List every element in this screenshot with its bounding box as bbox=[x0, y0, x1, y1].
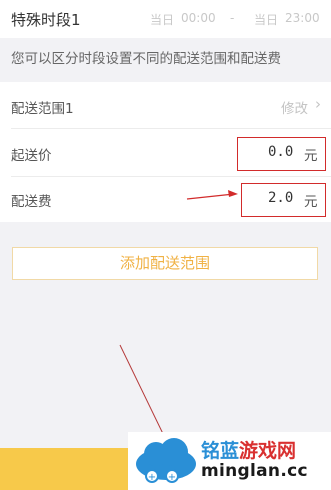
arrowhead-icon bbox=[228, 190, 238, 197]
watermark-cn-brand: 铭蓝 bbox=[201, 440, 240, 462]
svg-text:+: + bbox=[168, 472, 176, 483]
cloud-gamepad-logo-icon: + + bbox=[136, 438, 196, 483]
annotation-diagonal-line bbox=[119, 344, 167, 441]
watermark: + + 铭蓝游戏网 minglan.cc bbox=[128, 432, 331, 490]
annotation-arrow-line bbox=[186, 193, 235, 200]
watermark-en-text: minglan.cc bbox=[201, 461, 308, 481]
svg-text:+: + bbox=[148, 472, 156, 483]
watermark-cn-suffix: 游戏网 bbox=[239, 440, 297, 462]
watermark-cn-text: 铭蓝游戏网 bbox=[201, 436, 296, 463]
annotation-overlay bbox=[119, 190, 238, 441]
